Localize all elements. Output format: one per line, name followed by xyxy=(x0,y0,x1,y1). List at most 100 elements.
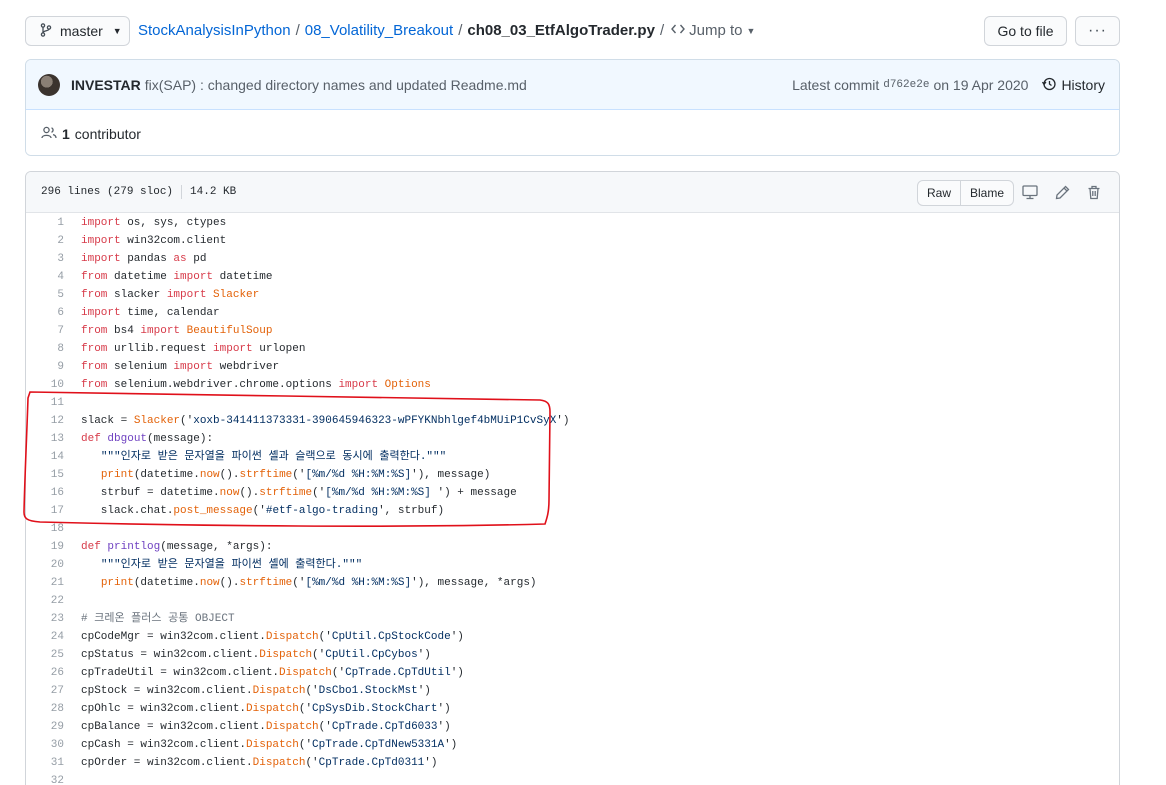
code-line: 23 # 크레온 플러스 공통 OBJECT xyxy=(26,610,1119,628)
line-number[interactable]: 26 xyxy=(26,664,64,682)
line-number[interactable]: 14 xyxy=(26,448,64,466)
line-number[interactable]: 29 xyxy=(26,718,64,736)
pencil-icon[interactable] xyxy=(1053,183,1071,201)
code-line: 22 xyxy=(26,592,1119,610)
breadcrumb-file-name: ch08_03_EtfAlgoTrader.py xyxy=(467,22,655,39)
go-to-file-button[interactable]: Go to file xyxy=(984,16,1067,46)
line-number[interactable]: 8 xyxy=(26,340,64,358)
commit-message[interactable]: fix(SAP) : changed directory names and u… xyxy=(145,77,527,93)
latest-commit-label: Latest commit xyxy=(792,77,880,93)
line-content: cpOrder = win32com.client.Dispatch('CpTr… xyxy=(81,757,438,769)
line-number[interactable]: 1 xyxy=(26,214,64,232)
history-link[interactable]: History xyxy=(1042,77,1105,94)
code-line: 25 cpStatus = win32com.client.Dispatch('C… xyxy=(26,646,1119,664)
chevron-down-icon: ▼ xyxy=(112,26,122,36)
line-content: print(datetime.now().strftime('[%m/%d %H… xyxy=(100,577,537,589)
line-number[interactable]: 27 xyxy=(26,682,64,700)
code-line: 19 def printlog(message, *args): xyxy=(26,538,1119,556)
line-content: import pandas as pd xyxy=(81,253,207,265)
line-content: strbuf = datetime.now().strftime('[%m/%d… xyxy=(81,487,517,499)
line-number[interactable]: 17 xyxy=(26,502,64,520)
line-content: cpBalance = win32com.client.Dispatch('Cp… xyxy=(81,721,451,733)
commit-meta: Latest commit d762e2e on 19 Apr 2020 His… xyxy=(792,60,1105,110)
line-number[interactable]: 16 xyxy=(26,484,64,502)
line-number[interactable]: 24 xyxy=(26,628,64,646)
desktop-icon[interactable] xyxy=(1021,183,1039,201)
line-number[interactable]: 32 xyxy=(26,772,64,785)
line-content: cpCodeMgr = win32com.client.Dispatch('Cp… xyxy=(81,631,464,643)
code-line: 9 from selenium import webdriver xyxy=(26,358,1119,376)
line-number[interactable]: 31 xyxy=(26,754,64,772)
line-number[interactable]: 10 xyxy=(26,376,64,394)
line-content: cpStatus = win32com.client.Dispatch('CpU… xyxy=(81,649,431,661)
line-number[interactable]: 30 xyxy=(26,736,64,754)
breadcrumb-separator: / xyxy=(295,22,300,39)
code-line: 7 from bs4 import BeautifulSoup xyxy=(26,322,1119,340)
line-number[interactable]: 3 xyxy=(26,250,64,268)
code-line: 10 from selenium.webdriver.chrome.options… xyxy=(26,376,1119,394)
breadcrumb: StockAnalysisInPython / 08_Volatility_Br… xyxy=(138,22,755,39)
commit-date: on 19 Apr 2020 xyxy=(933,77,1029,93)
line-number[interactable]: 18 xyxy=(26,520,64,538)
line-number[interactable]: 21 xyxy=(26,574,64,592)
line-content xyxy=(64,520,81,538)
branch-select-button[interactable]: master ▼ xyxy=(25,16,130,46)
file-line-count: 296 lines (279 sloc) xyxy=(41,186,174,198)
line-number[interactable]: 28 xyxy=(26,700,64,718)
code-line: 5 from slacker import Slacker xyxy=(26,286,1119,304)
raw-button[interactable]: Raw xyxy=(918,181,961,205)
line-content: from datetime import datetime xyxy=(81,271,273,283)
line-number[interactable]: 19 xyxy=(26,538,64,556)
code-line: 13 def dbgout(message): xyxy=(26,430,1119,448)
line-content: import win32com.client xyxy=(81,235,227,247)
code-line: 29 cpBalance = win32com.client.Dispatch('… xyxy=(26,718,1119,736)
line-number[interactable]: 5 xyxy=(26,286,64,304)
history-icon xyxy=(1042,77,1057,94)
breadcrumb-repo-link[interactable]: StockAnalysisInPython xyxy=(138,22,291,39)
code-line: 11 xyxy=(26,394,1119,412)
line-content: from urllib.request import urlopen xyxy=(81,343,306,355)
code-line: 16 strbuf = datetime.now().strftime('[%m… xyxy=(26,484,1119,502)
line-number[interactable]: 11 xyxy=(26,394,64,412)
code-line: 26 cpTradeUtil = win32com.client.Dispatch… xyxy=(26,664,1119,682)
line-number[interactable]: 12 xyxy=(26,412,64,430)
history-label: History xyxy=(1061,77,1105,93)
more-options-button[interactable]: ··· xyxy=(1075,16,1120,46)
jump-to-label: Jump to xyxy=(689,22,743,39)
branch-name: master xyxy=(60,23,103,39)
line-content: """인자로 받은 문자열을 파이썬 셸에 출력한다.""" xyxy=(100,559,363,571)
line-content xyxy=(64,592,81,610)
code-blob: 1 import os, sys, ctypes 2 import win32com.… xyxy=(26,214,1119,785)
line-number[interactable]: 22 xyxy=(26,592,64,610)
commit-author[interactable]: INVESTAR xyxy=(71,77,141,93)
avatar[interactable] xyxy=(38,73,60,96)
breadcrumb-folder-link[interactable]: 08_Volatility_Breakout xyxy=(305,22,453,39)
line-number[interactable]: 13 xyxy=(26,430,64,448)
line-content: def dbgout(message): xyxy=(81,433,214,445)
latest-commit-box: INVESTAR fix(SAP) : changed directory na… xyxy=(25,59,1120,156)
contributors-label: contributor xyxy=(74,125,141,142)
line-number[interactable]: 7 xyxy=(26,322,64,340)
line-number[interactable]: 15 xyxy=(26,466,64,484)
line-number[interactable]: 2 xyxy=(26,232,64,250)
blame-button[interactable]: Blame xyxy=(961,181,1013,205)
line-content: from slacker import Slacker xyxy=(81,289,260,301)
code-line: 6 import time, calendar xyxy=(26,304,1119,322)
line-number[interactable]: 9 xyxy=(26,358,64,376)
code-line: 30 cpCash = win32com.client.Dispatch('CpT… xyxy=(26,736,1119,754)
code-line: 2 import win32com.client xyxy=(26,232,1119,250)
line-number[interactable]: 4 xyxy=(26,268,64,286)
line-number[interactable]: 25 xyxy=(26,646,64,664)
line-number[interactable]: 6 xyxy=(26,304,64,322)
line-content: from selenium.webdriver.chrome.options i… xyxy=(81,379,431,391)
line-number[interactable]: 20 xyxy=(26,556,64,574)
trash-icon[interactable] xyxy=(1085,183,1103,201)
code-line: 28 cpOhlc = win32com.client.Dispatch('CpS… xyxy=(26,700,1119,718)
line-content: import os, sys, ctypes xyxy=(81,217,227,229)
code-line: 18 xyxy=(26,520,1119,538)
contributors-row[interactable]: 1 contributor xyxy=(26,110,1119,155)
commit-sha-link[interactable]: d762e2e xyxy=(883,79,929,91)
breadcrumb-separator: / xyxy=(659,22,665,39)
line-number[interactable]: 23 xyxy=(26,610,64,628)
jump-to-menu[interactable]: Jump to ▼ xyxy=(671,22,755,39)
